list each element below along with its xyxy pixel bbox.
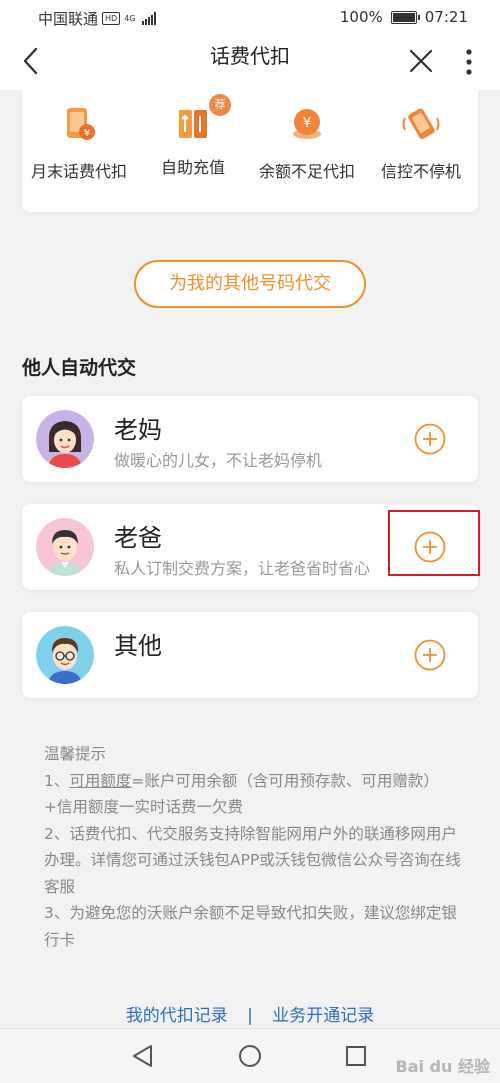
tips-line-3: 3、为避免您的沃账户余额不足导致代扣失败，建议您绑定银行卡 xyxy=(44,904,457,949)
service-label: 月末话费代扣 xyxy=(30,162,127,181)
dad-avatar xyxy=(36,518,94,576)
link-separator: | xyxy=(247,1006,253,1026)
back-triangle-icon[interactable] xyxy=(130,1043,156,1069)
tips-line-1: 1、可用额度=账户可用余额（含可用预存款、可用赠款）+信用额度一实时话费一欠费 xyxy=(44,768,464,821)
recharge-icon xyxy=(179,110,207,138)
other-avatar xyxy=(36,626,94,684)
section-title: 他人自动代交 xyxy=(22,357,137,379)
mom-avatar xyxy=(36,410,94,468)
contact-desc: 做暖心的儿女，不让老妈停机 xyxy=(114,451,323,470)
service-low-balance-deduct[interactable]: ¥ 余额不足代扣 xyxy=(250,104,364,182)
service-label: 信控不停机 xyxy=(380,162,461,181)
pay-other-number-button[interactable]: 为我的其他号码代交 xyxy=(134,260,366,308)
more-icon[interactable] xyxy=(462,48,476,76)
bottom-links: 我的代扣记录 | 业务开通记录 xyxy=(0,1001,500,1026)
phone-coin-icon: ¥ xyxy=(67,108,95,140)
service-self-recharge[interactable]: 荐 自助充值 xyxy=(136,94,250,178)
battery-percent: 100% xyxy=(339,8,383,26)
signal-icon xyxy=(141,12,156,25)
service-credit-control[interactable]: 信控不停机 xyxy=(364,104,478,182)
service-label: 自助充值 xyxy=(160,158,225,177)
network-type: 4G xyxy=(124,14,136,23)
svg-text:¥: ¥ xyxy=(84,128,90,139)
contact-name: 老妈 xyxy=(114,416,162,444)
contact-name: 其他 xyxy=(114,632,162,660)
vibrating-phone-icon xyxy=(402,108,440,140)
close-icon[interactable] xyxy=(408,48,434,74)
recommend-badge: 荐 xyxy=(209,94,231,116)
recents-square-icon[interactable] xyxy=(343,1043,369,1069)
tips-title: 温馨提示 xyxy=(44,745,107,763)
nav-bar: 话费代扣 xyxy=(0,34,500,90)
home-circle-icon[interactable] xyxy=(237,1043,263,1069)
contact-card-mom[interactable]: 老妈 做暖心的儿女，不让老妈停机 xyxy=(22,396,478,482)
contact-desc: 私人订制交费方案，让老爸省时省心 xyxy=(114,559,371,578)
business-records-link[interactable]: 业务开通记录 xyxy=(272,1006,374,1026)
service-monthly-deduct[interactable]: ¥ 月末话费代扣 xyxy=(22,104,136,182)
recharge-icon-wrap: 荐 xyxy=(173,94,231,144)
system-nav-bar: Bai du 经验 xyxy=(0,1028,500,1083)
yuan-coin-icon: ¥ xyxy=(293,109,321,139)
tips-line-1-prefix: 1、 xyxy=(44,771,70,790)
clock: 07:21 xyxy=(424,8,468,26)
status-right: 100% 07:21 xyxy=(340,8,468,26)
watermark: Bai du 经验 xyxy=(395,1057,490,1076)
battery-icon xyxy=(390,10,420,24)
carrier-name: 中国联通 xyxy=(38,10,99,28)
svg-text:¥: ¥ xyxy=(303,116,311,131)
status-left: 中国联通 HD 4G xyxy=(38,8,156,29)
contact-name: 老爸 xyxy=(114,524,162,552)
service-label: 余额不足代扣 xyxy=(258,162,355,181)
deduct-records-link[interactable]: 我的代扣记录 xyxy=(126,1006,228,1026)
tips-line-2: 2、话费代扣、代交服务支持除智能网用户外的联通移网用户办理。详情您可通过沃钱包A… xyxy=(44,824,461,896)
add-icon[interactable] xyxy=(414,423,446,455)
highlight-box xyxy=(388,510,480,576)
services-card: ¥ 月末话费代扣 荐 自助充值 ¥ 余额不足代扣 信控不停机 xyxy=(22,90,478,212)
status-bar: 中国联通 HD 4G 100% 07:21 xyxy=(0,0,500,34)
hd-badge: HD xyxy=(102,12,121,25)
add-icon[interactable] xyxy=(414,639,446,671)
contact-card-other[interactable]: 其他 xyxy=(22,612,478,698)
tips-section: 温馨提示 1、可用额度=账户可用余额（含可用预存款、可用赠款）+信用额度一实时话… xyxy=(44,741,464,953)
available-credit-link[interactable]: 可用额度 xyxy=(69,772,131,790)
